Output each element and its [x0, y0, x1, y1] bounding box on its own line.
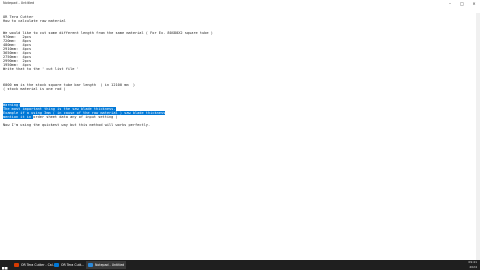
taskbar-app-3[interactable]: Notepad - Untitled [86, 261, 126, 269]
editor-line: Now I'm using the quickest way but this … [3, 123, 151, 127]
text-editor[interactable]: OR Tera Cutter How to calculate raw mater… [0, 13, 480, 260]
editor-line: Write that to the ' cut list file ' [3, 67, 79, 71]
app-icon [54, 263, 59, 267]
windows-icon [2, 267, 8, 273]
taskbar-app-2[interactable]: OR Tera Cutt... [52, 261, 84, 269]
app-icon [14, 263, 19, 267]
editor-line: ( stock material is one rod ) [3, 87, 66, 91]
editor-line: How to calculate raw material [3, 19, 66, 23]
maximize-button[interactable]: □ [456, 0, 468, 7]
minimize-button[interactable]: – [444, 0, 456, 7]
clock-date: 2024 [469, 265, 477, 269]
close-button[interactable]: × [468, 0, 480, 7]
notepad-icon [88, 263, 93, 267]
window-title: Notepad - Untitled [3, 1, 35, 5]
taskbar-app-1[interactable]: OR Tera Cutter - Cal... [12, 261, 56, 269]
editor-line: mention it in order sheet data any of in… [3, 115, 118, 119]
taskbar: OR Tera Cutter - Cal... OR Tera Cutt... … [0, 260, 480, 273]
system-tray[interactable]: 09:41 2024 [468, 260, 477, 270]
editor-line: We would like to cut some different leng… [3, 31, 213, 35]
vertical-scrollbar[interactable] [476, 13, 480, 260]
title-bar: Notepad - Untitled – □ × [0, 0, 480, 7]
start-button[interactable] [0, 260, 10, 273]
